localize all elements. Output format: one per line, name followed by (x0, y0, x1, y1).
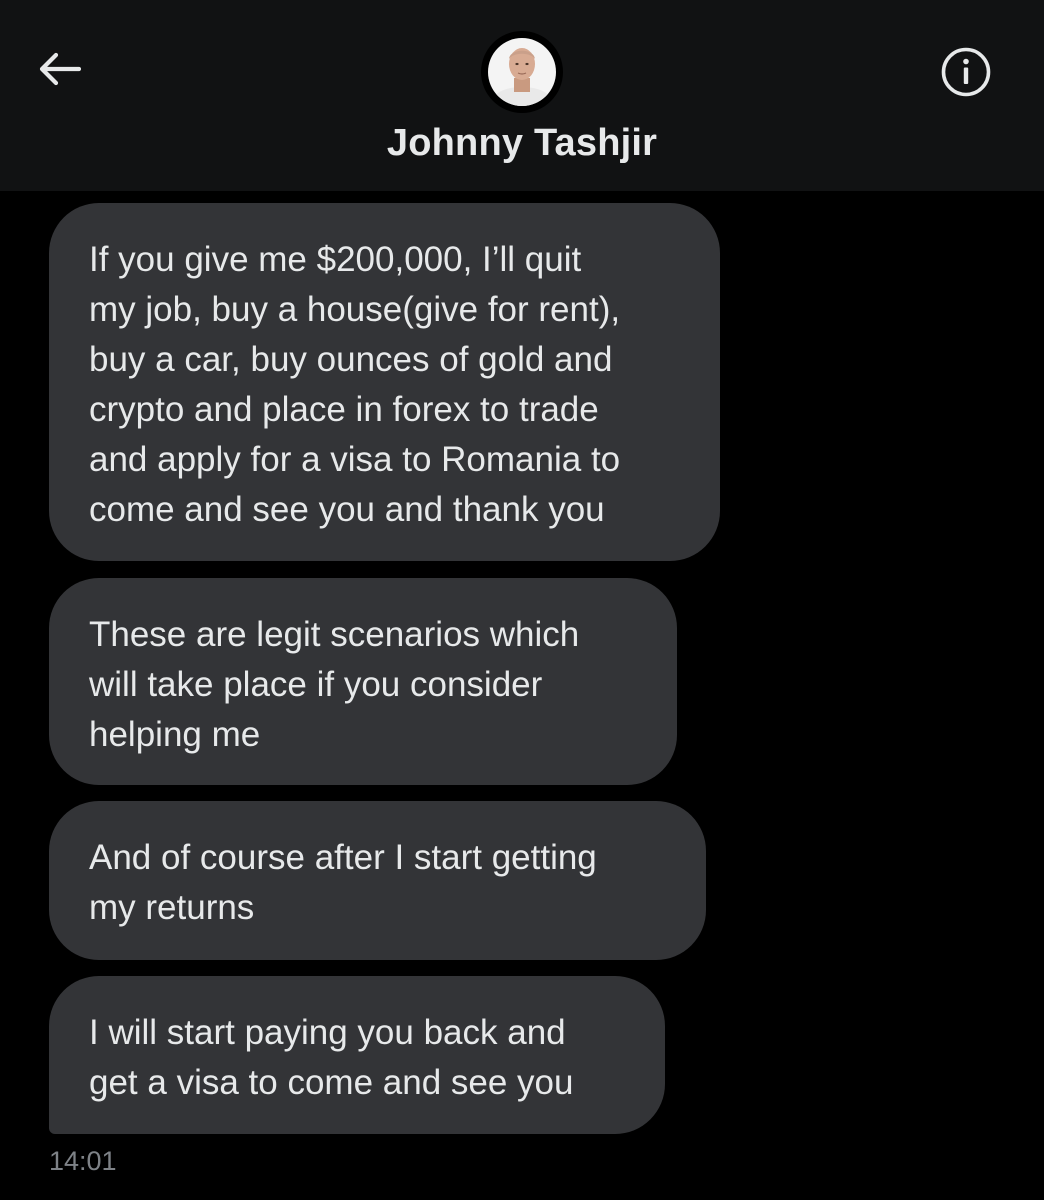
conversation-info-button[interactable] (932, 38, 1000, 106)
message-bubble[interactable]: And of course after I start getting my r… (49, 801, 706, 960)
message-timestamp: 14:01 (49, 1146, 117, 1176)
message-bubble[interactable]: These are legit scenarios which will tak… (49, 578, 677, 785)
info-circle-icon (941, 47, 991, 97)
arrow-left-icon (39, 52, 81, 86)
message-bubble[interactable]: If you give me $200,000, I’ll quit my jo… (49, 203, 720, 561)
back-button[interactable] (26, 36, 92, 102)
message-bubble[interactable]: I will start paying you back and get a v… (49, 976, 665, 1134)
contact-name[interactable]: Johnny Tashjir (0, 122, 1044, 165)
avatar[interactable] (481, 31, 563, 113)
message-thread[interactable]: If you give me $200,000, I’ll quit my jo… (0, 191, 1044, 1200)
conversation-header: Johnny Tashjir (0, 0, 1044, 191)
